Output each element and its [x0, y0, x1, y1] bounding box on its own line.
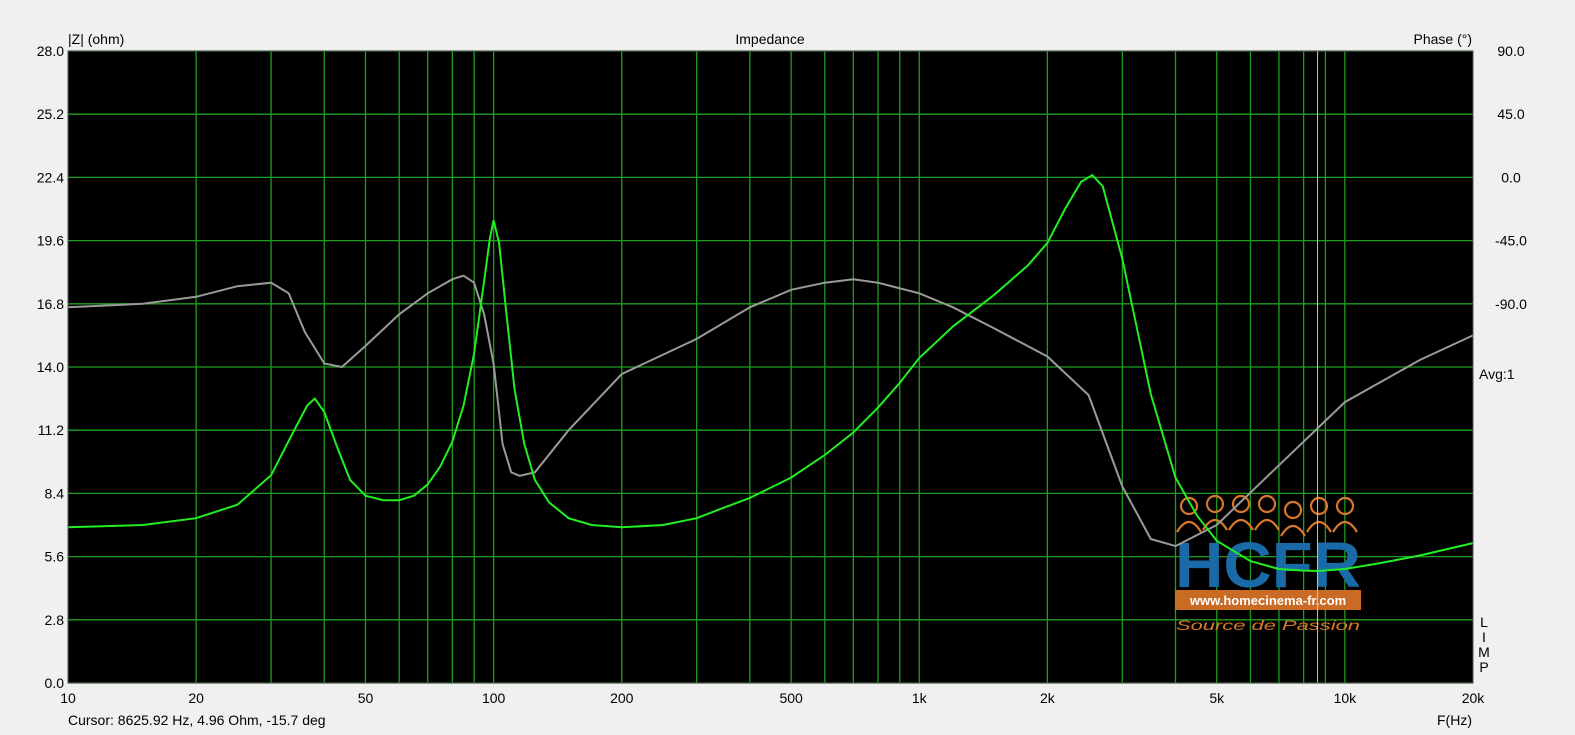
right-tick-label: -90.0 [1495, 296, 1527, 312]
left-tick-label: 14.0 [37, 359, 64, 375]
x-tick-label: 1k [912, 690, 928, 706]
left-tick-label: 11.2 [38, 422, 64, 438]
x-tick-label: 2k [1040, 690, 1056, 706]
left-tick-label: 2.8 [45, 612, 65, 628]
left-tick-label: 5.6 [45, 549, 65, 565]
right-axis-label: Phase (°) [1413, 31, 1472, 47]
watermark-url: www.homecinema-fr.com [1189, 593, 1346, 608]
x-axis-label: F(Hz) [1437, 712, 1472, 728]
x-tick-label: 10k [1334, 690, 1358, 706]
impedance-chart: HCFR www.homecinema-fr.com Source de Pas… [0, 0, 1575, 735]
x-tick-label: 50 [358, 690, 374, 706]
x-tick-label: 5k [1209, 690, 1225, 706]
x-tick-label: 100 [482, 690, 506, 706]
right-tick-label: -45.0 [1495, 233, 1527, 249]
right-tick-label: 90.0 [1497, 43, 1524, 59]
left-tick-label: 0.0 [45, 675, 65, 691]
left-tick-label: 22.4 [37, 169, 64, 185]
right-tick-label: 0.0 [1501, 169, 1521, 185]
left-axis-label: |Z| (ohm) [68, 31, 124, 47]
left-tick-label: 16.8 [37, 296, 64, 312]
x-tick-label: 20 [188, 690, 204, 706]
right-tick-label: 45.0 [1497, 106, 1524, 122]
lim-letter: P [1479, 659, 1488, 675]
left-tick-label: 8.4 [45, 485, 65, 501]
lim-letter: I [1482, 629, 1486, 645]
cursor-readout: Cursor: 8625.92 Hz, 4.96 Ohm, -15.7 deg [68, 712, 326, 728]
lim-letter: L [1480, 614, 1488, 630]
avg-label: Avg:1 [1479, 366, 1515, 382]
watermark-tagline: Source de Passion [1176, 617, 1360, 633]
left-tick-label: 19.6 [37, 233, 64, 249]
x-tick-label: 200 [610, 690, 634, 706]
lim-letter: M [1478, 644, 1490, 660]
chart-title: Impedance [735, 31, 804, 47]
x-tick-label: 20k [1462, 690, 1486, 706]
left-tick-label: 25.2 [37, 106, 64, 122]
left-tick-label: 28.0 [37, 43, 64, 59]
x-tick-label: 10 [60, 690, 76, 706]
x-tick-label: 500 [779, 690, 803, 706]
